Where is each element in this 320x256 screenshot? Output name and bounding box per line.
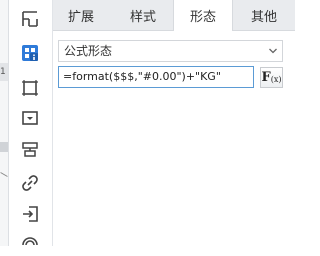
- editor-edge: 1: [0, 0, 9, 246]
- hyperlink-icon[interactable]: [19, 172, 41, 194]
- format-type-select[interactable]: 公式形态: [58, 40, 283, 62]
- chevron-down-icon: [269, 48, 277, 54]
- format-type-value: 公式形态: [64, 44, 113, 58]
- format-panel: 公式形态 =format($$$,"#0.00")+"KG" F (x): [53, 31, 295, 246]
- tab-style[interactable]: 样式: [115, 0, 171, 30]
- condition-attribute-icon[interactable]: [19, 139, 41, 161]
- data-entry-icon[interactable]: [19, 203, 41, 225]
- cell-attribute-icon[interactable]: [19, 42, 41, 64]
- fx-icon: F: [261, 70, 271, 85]
- tab-other[interactable]: 其他: [235, 0, 293, 30]
- tab-expand[interactable]: 扩展: [53, 0, 109, 30]
- widget-settings-icon[interactable]: [19, 107, 41, 129]
- edge-block: [0, 142, 8, 152]
- float-element-icon[interactable]: [19, 77, 41, 99]
- cell-element-icon[interactable]: [19, 8, 41, 30]
- tab-format[interactable]: 形态: [173, 0, 233, 31]
- formula-input[interactable]: =format($$$,"#0.00")+"KG": [58, 66, 254, 88]
- edge-line: [0, 172, 8, 177]
- more-icon[interactable]: [19, 234, 41, 256]
- formula-editor-button[interactable]: F (x): [260, 67, 283, 88]
- property-sidebar: [9, 0, 53, 246]
- row-header-marker: 1: [0, 63, 8, 81]
- property-tabs: 扩展 样式 形态 其他: [53, 0, 295, 31]
- fx-icon-sub: (x): [270, 74, 282, 84]
